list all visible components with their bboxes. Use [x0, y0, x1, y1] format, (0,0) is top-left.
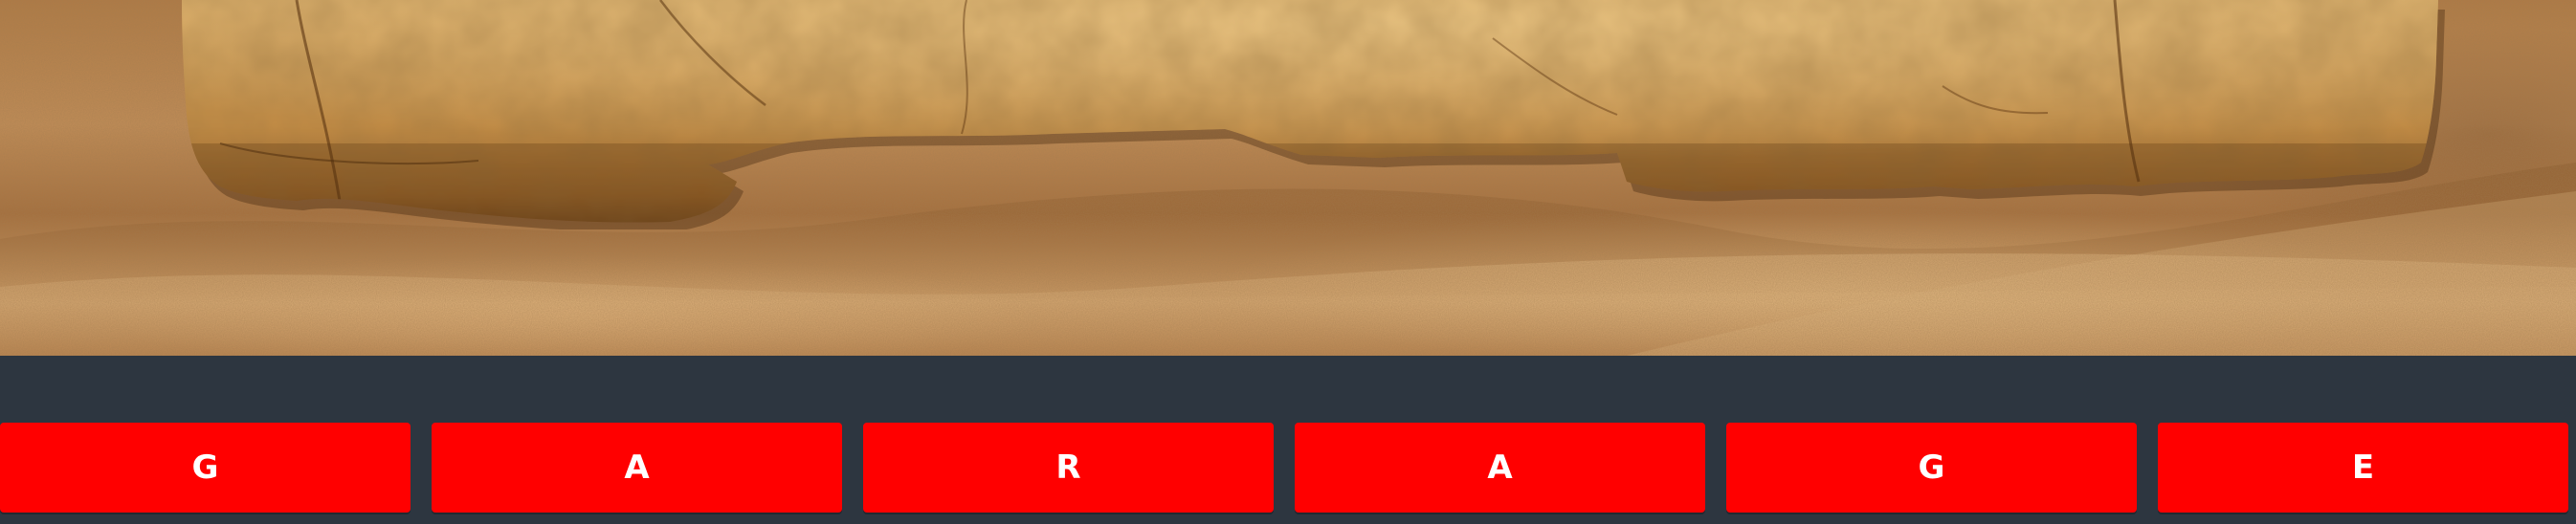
game-scene: G A R A G E: [0, 0, 2576, 524]
letter-tiles: G A R A G E: [0, 423, 2576, 514]
parchment-scroll: [182, 0, 2445, 229]
letter-tile-6[interactable]: E: [2158, 423, 2568, 513]
letter-tile-4[interactable]: A: [1295, 423, 1705, 513]
letter-tile-2[interactable]: A: [432, 423, 842, 513]
letter-tile-1[interactable]: G: [0, 423, 411, 513]
letter-tile-3[interactable]: R: [863, 423, 1274, 513]
letter-tile-5[interactable]: G: [1726, 423, 2137, 513]
